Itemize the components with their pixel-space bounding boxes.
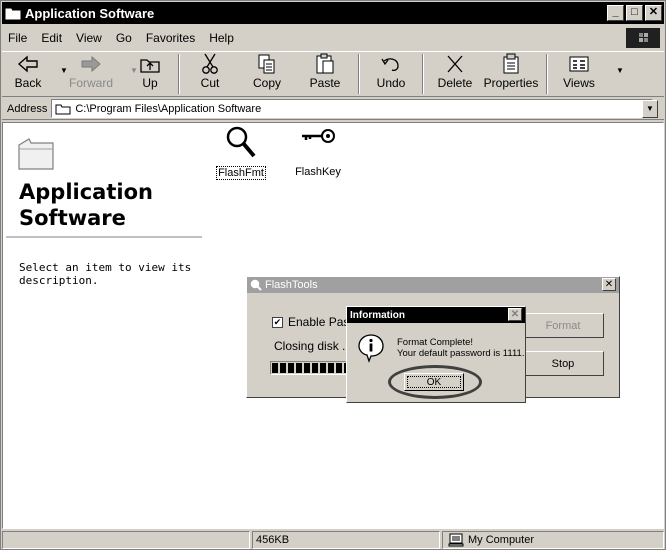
status-bar: 456KB My Computer: [2, 531, 664, 549]
flashtools-status: Closing disk ...: [274, 339, 353, 353]
cut-label: Cut: [200, 76, 220, 90]
computer-icon: [448, 533, 464, 547]
properties-icon: [501, 52, 521, 76]
undo-icon: [380, 52, 402, 76]
delete-label: Delete: [437, 76, 473, 90]
folder-title-line2: Software: [19, 206, 126, 230]
folder-title: Application Software: [19, 179, 153, 231]
paste-button[interactable]: Paste: [298, 52, 352, 96]
folder-title-line1: Application: [19, 180, 153, 204]
properties-label: Properties: [483, 76, 539, 90]
close-button[interactable]: ✕: [645, 5, 662, 21]
forward-label: Forward: [68, 76, 113, 90]
scissors-icon: [201, 52, 219, 76]
explorer-window: Application Software _ □ ✕ File Edit Vie…: [0, 0, 666, 550]
status-zone-label: My Computer: [468, 534, 535, 546]
toolbar-separator: [546, 54, 548, 94]
format-progress-bar: [270, 361, 350, 375]
cut-button[interactable]: Cut: [186, 52, 234, 96]
menu-go[interactable]: Go: [116, 31, 132, 45]
magnifier-icon: [226, 126, 256, 158]
back-arrow-icon: [17, 52, 39, 76]
views-icon: [568, 52, 590, 76]
enable-password-checkbox[interactable]: ✔ Enable Pass: [272, 315, 355, 329]
windows-logo-icon: [626, 28, 660, 48]
views-dropdown-icon[interactable]: ▼: [616, 66, 624, 75]
file-name: FlashKey: [295, 166, 341, 178]
information-title: Information: [350, 309, 405, 321]
toolbar-separator: [178, 54, 180, 94]
paste-label: Paste: [309, 76, 341, 90]
copy-icon: [257, 52, 277, 76]
address-value: C:\Program Files\Application Software: [75, 102, 262, 115]
menu-favorites[interactable]: Favorites: [146, 31, 195, 45]
checkmark-icon: ✔: [272, 316, 283, 328]
toolbar-separator: [422, 54, 424, 94]
copy-label: Copy: [252, 76, 281, 90]
menu-file[interactable]: File: [8, 31, 27, 45]
file-item-flashfmt[interactable]: FlashFmt: [211, 125, 271, 180]
toolbar-separator: [358, 54, 360, 94]
magnifier-icon: [250, 279, 262, 291]
back-label: Back: [14, 76, 42, 90]
information-close-button[interactable]: ✕: [508, 308, 522, 321]
folder-icon: [5, 8, 21, 20]
status-size: 456KB: [252, 531, 440, 549]
menu-edit[interactable]: Edit: [41, 31, 62, 45]
properties-button[interactable]: Properties: [482, 52, 540, 96]
copy-button[interactable]: Copy: [240, 52, 294, 96]
menu-bar: File Edit View Go Favorites Help: [2, 27, 664, 49]
information-message-line1: Format Complete!: [397, 337, 474, 348]
large-folder-icon: [18, 138, 54, 170]
views-label: Views: [563, 76, 595, 90]
information-dialog: Information ✕ Format Complete! Your defa…: [346, 306, 526, 403]
delete-button[interactable]: Delete: [430, 52, 480, 96]
address-input[interactable]: C:\Program Files\Application Software: [51, 99, 654, 118]
minimize-button[interactable]: _: [607, 5, 624, 21]
info-balloon-icon: [358, 334, 384, 363]
flashtools-title-bar[interactable]: FlashTools ✕: [247, 277, 619, 293]
undo-button[interactable]: Undo: [366, 52, 416, 96]
window-title: Application Software: [25, 5, 155, 21]
up-folder-icon: [139, 52, 161, 76]
title-bar[interactable]: Application Software _ □ ✕: [2, 2, 664, 24]
menu-help[interactable]: Help: [209, 31, 234, 45]
standard-toolbar: Back ▼ Forward ▼ Up Cut Copy Paste Undo …: [2, 51, 664, 97]
up-label: Up: [142, 76, 158, 90]
address-dropdown-icon[interactable]: ▼: [642, 100, 658, 118]
information-title-bar[interactable]: Information ✕: [347, 307, 525, 323]
forward-arrow-icon: [80, 52, 102, 76]
file-item-flashkey[interactable]: FlashKey: [288, 125, 348, 178]
address-label: Address: [7, 102, 48, 115]
up-button[interactable]: Up: [128, 52, 172, 96]
maximize-button[interactable]: □: [626, 5, 643, 21]
flashtools-close-button[interactable]: ✕: [602, 278, 616, 291]
stop-button[interactable]: Stop: [522, 351, 604, 376]
delete-x-icon: [445, 52, 465, 76]
status-zone: My Computer: [442, 531, 664, 549]
information-message-line2: Your default password is 1111.: [397, 348, 525, 359]
menu-view[interactable]: View: [76, 31, 102, 45]
file-name: FlashFmt: [216, 166, 266, 180]
views-button[interactable]: Views: [554, 52, 604, 96]
forward-button[interactable]: Forward: [64, 52, 118, 96]
clipboard-icon: [315, 52, 335, 76]
ok-button[interactable]: OK: [404, 373, 464, 391]
folder-description: Select an item to view its description.: [19, 261, 192, 287]
flashtools-title: FlashTools: [265, 279, 318, 291]
address-bar: Address C:\Program Files\Application Sof…: [2, 98, 664, 120]
folder-icon: [55, 104, 71, 114]
status-cell-empty: [2, 531, 250, 549]
back-button[interactable]: Back: [6, 52, 50, 96]
divider: [6, 236, 202, 238]
undo-label: Undo: [376, 76, 406, 90]
key-icon: [302, 129, 335, 143]
format-button[interactable]: Format: [522, 313, 604, 338]
